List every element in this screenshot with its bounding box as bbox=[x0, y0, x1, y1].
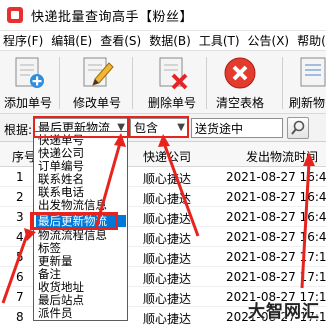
row-time: 2021-08-27 17:11 bbox=[226, 270, 326, 284]
menu-bar: 程序(F) 编辑(E) 查看(S) 数据(B) 工具(T) 公告(X) 帮助(H… bbox=[0, 31, 326, 50]
row-index: 2 bbox=[16, 190, 24, 204]
column-header-time[interactable]: 发出物流时间 bbox=[246, 148, 318, 165]
search-icon bbox=[291, 120, 305, 135]
row-index: 1 bbox=[16, 170, 24, 184]
delete-number-label: 删除单号 bbox=[147, 96, 196, 110]
toolbar-separator bbox=[59, 57, 60, 109]
add-number-label: 添加单号 bbox=[3, 96, 52, 110]
menu-view[interactable]: 查看(S) bbox=[97, 32, 144, 49]
row-company: 顺心捷达 bbox=[143, 292, 192, 306]
menu-data[interactable]: 数据(B) bbox=[146, 32, 194, 49]
dropdown-option[interactable]: 订单编号 bbox=[36, 160, 126, 172]
search-by-label: 根据: bbox=[4, 123, 33, 137]
annotation-box bbox=[33, 116, 130, 138]
menu-tools[interactable]: 工具(T) bbox=[196, 32, 243, 49]
dropdown-option[interactable]: 更新量 bbox=[36, 255, 126, 267]
toolbar-separator bbox=[282, 57, 283, 109]
search-button[interactable] bbox=[287, 117, 309, 139]
dropdown-option[interactable]: 出发物流信息 bbox=[36, 199, 126, 211]
watermark: 大智网汇 bbox=[248, 302, 320, 322]
row-company: 顺心捷达 bbox=[143, 192, 192, 206]
annotation-box bbox=[30, 212, 118, 230]
row-index: 3 bbox=[16, 210, 24, 224]
add-document-icon bbox=[10, 55, 46, 91]
row-company: 顺心捷达 bbox=[143, 252, 192, 266]
app-icon bbox=[7, 7, 23, 23]
dropdown-option[interactable]: 联系姓名 bbox=[36, 173, 126, 185]
row-index: 6 bbox=[16, 270, 24, 284]
clear-table-button[interactable]: 清空表格 bbox=[212, 51, 268, 114]
delete-number-button[interactable]: 删除单号 bbox=[144, 51, 200, 114]
refresh-label: 刷新物 bbox=[289, 96, 326, 110]
refresh-button[interactable]: 刷新物 bbox=[289, 51, 326, 114]
toolbar-separator bbox=[206, 57, 207, 109]
row-time: 2021-08-27 16:45 bbox=[226, 210, 326, 224]
toolbar-separator bbox=[132, 57, 133, 109]
dropdown-option[interactable]: 快递公司 bbox=[36, 147, 126, 159]
dropdown-option[interactable]: 物流流程信息 bbox=[36, 229, 126, 241]
search-input[interactable] bbox=[191, 118, 283, 138]
row-time: 2021-08-27 16:44 bbox=[226, 230, 326, 244]
dropdown-option[interactable]: 派件员 bbox=[36, 307, 126, 319]
dropdown-option[interactable]: 最后站点 bbox=[36, 294, 126, 306]
row-company: 顺心捷达 bbox=[143, 312, 192, 325]
clear-table-label: 清空表格 bbox=[215, 96, 264, 110]
toolbar: 添加单号 修改单号 删除单号 清空表格 刷新物 bbox=[0, 50, 326, 114]
row-index: 4 bbox=[16, 230, 24, 244]
dropdown-option[interactable]: 联系电话 bbox=[36, 186, 126, 198]
menu-notice[interactable]: 公告(X) bbox=[245, 32, 293, 49]
row-index: 7 bbox=[16, 290, 24, 304]
clear-icon bbox=[222, 55, 258, 91]
row-time: 2021-08-27 16:44 bbox=[226, 170, 326, 184]
delete-document-icon bbox=[154, 55, 190, 91]
menu-help[interactable]: 帮助(H) bbox=[294, 32, 326, 49]
menu-program[interactable]: 程序(F) bbox=[0, 32, 46, 49]
row-index: 5 bbox=[16, 250, 24, 264]
row-company: 顺心捷达 bbox=[143, 212, 192, 226]
add-number-button[interactable]: 添加单号 bbox=[2, 51, 54, 114]
edit-number-button[interactable]: 修改单号 bbox=[68, 51, 126, 114]
row-index: 8 bbox=[16, 310, 24, 324]
row-company: 顺心捷达 bbox=[143, 272, 192, 286]
row-company: 顺心捷达 bbox=[143, 232, 192, 246]
edit-document-icon bbox=[79, 55, 115, 91]
column-header-company[interactable]: 快递公司 bbox=[143, 148, 191, 165]
dropdown-option[interactable]: 收货地址 bbox=[36, 281, 126, 293]
dropdown-option[interactable]: 标签 bbox=[36, 242, 126, 254]
menu-edit[interactable]: 编辑(E) bbox=[48, 32, 95, 49]
row-time: 2021-08-27 17:11 bbox=[226, 250, 326, 264]
annotation-box bbox=[127, 116, 189, 138]
row-company: 顺心捷达 bbox=[143, 172, 192, 186]
row-time: 2021-08-27 16:46 bbox=[226, 190, 326, 204]
window-title: 快递批量查询高手【粉丝】 bbox=[31, 9, 194, 25]
edit-number-label: 修改单号 bbox=[72, 96, 121, 110]
title-bar: 快递批量查询高手【粉丝】 bbox=[0, 0, 326, 31]
refresh-document-icon bbox=[295, 55, 326, 91]
dropdown-option[interactable]: 备注 bbox=[36, 268, 126, 280]
